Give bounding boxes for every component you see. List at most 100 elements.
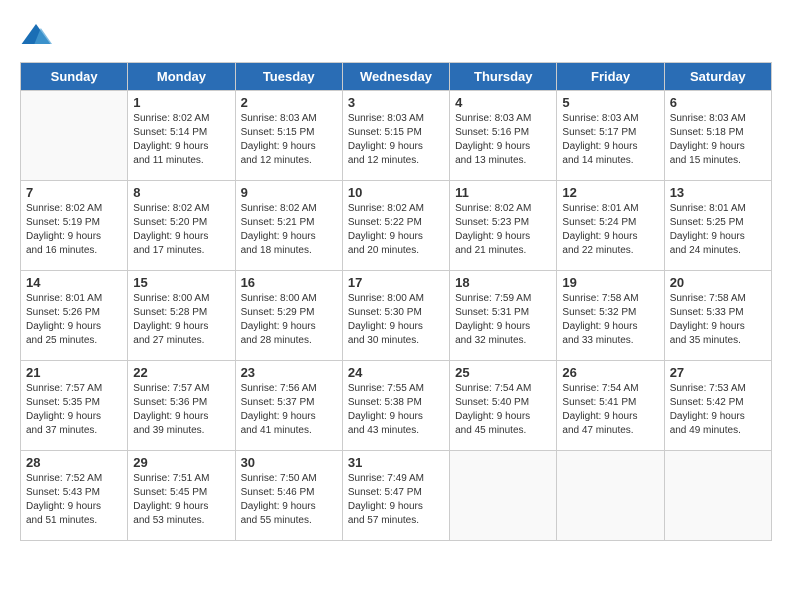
day-info: Sunrise: 7:55 AM Sunset: 5:38 PM Dayligh… — [348, 382, 444, 438]
calendar-day-cell: 31 Sunrise: 7:49 AM Sunset: 5:47 PM Dayli… — [342, 451, 449, 541]
day-info: Sunrise: 7:53 AM Sunset: 5:42 PM Dayligh… — [670, 382, 766, 438]
calendar-day-cell: 30 Sunrise: 7:50 AM Sunset: 5:46 PM Dayli… — [235, 451, 342, 541]
day-info: Sunrise: 8:02 AM Sunset: 5:19 PM Dayligh… — [26, 202, 122, 258]
day-info: Sunrise: 7:54 AM Sunset: 5:41 PM Dayligh… — [562, 382, 658, 438]
day-number: 4 — [455, 95, 551, 110]
day-info: Sunrise: 7:49 AM Sunset: 5:47 PM Dayligh… — [348, 472, 444, 528]
day-info: Sunrise: 8:02 AM Sunset: 5:22 PM Dayligh… — [348, 202, 444, 258]
day-info: Sunrise: 7:52 AM Sunset: 5:43 PM Dayligh… — [26, 472, 122, 528]
day-info: Sunrise: 8:00 AM Sunset: 5:30 PM Dayligh… — [348, 292, 444, 348]
weekday-header: Thursday — [450, 63, 557, 91]
calendar-day-cell: 22Sunrise: 7:57 AM Sunset: 5:36 PM Dayli… — [128, 361, 235, 451]
day-number: 6 — [670, 95, 766, 110]
calendar-day-cell: 28 Sunrise: 7:52 AM Sunset: 5:43 PM Dayli… — [21, 451, 128, 541]
day-number: 1 — [133, 95, 229, 110]
calendar-day-cell: 26 Sunrise: 7:54 AM Sunset: 5:41 PM Dayli… — [557, 361, 664, 451]
day-number: 28 — [26, 455, 122, 470]
day-info: Sunrise: 7:58 AM Sunset: 5:32 PM Dayligh… — [562, 292, 658, 348]
day-number: 19 — [562, 275, 658, 290]
day-number: 10 — [348, 185, 444, 200]
day-info: Sunrise: 8:01 AM Sunset: 5:25 PM Dayligh… — [670, 202, 766, 258]
weekday-header: Monday — [128, 63, 235, 91]
day-info: Sunrise: 8:03 AM Sunset: 5:15 PM Dayligh… — [241, 112, 337, 168]
calendar-day-cell: 6 Sunrise: 8:03 AM Sunset: 5:18 PM Daylig… — [664, 91, 771, 181]
calendar-day-cell: 23Sunrise: 7:56 AM Sunset: 5:37 PM Dayli… — [235, 361, 342, 451]
day-info: Sunrise: 8:03 AM Sunset: 5:18 PM Dayligh… — [670, 112, 766, 168]
calendar-day-cell — [450, 451, 557, 541]
day-number: 3 — [348, 95, 444, 110]
day-info: Sunrise: 7:54 AM Sunset: 5:40 PM Dayligh… — [455, 382, 551, 438]
day-number: 11 — [455, 185, 551, 200]
day-number: 8 — [133, 185, 229, 200]
day-number: 30 — [241, 455, 337, 470]
calendar-day-cell: 20Sunrise: 7:58 AM Sunset: 5:33 PM Dayli… — [664, 271, 771, 361]
day-info: Sunrise: 8:02 AM Sunset: 5:21 PM Dayligh… — [241, 202, 337, 258]
calendar-day-cell: 14 Sunrise: 8:01 AM Sunset: 5:26 PM Dayli… — [21, 271, 128, 361]
calendar-day-cell: 17Sunrise: 8:00 AM Sunset: 5:30 PM Dayli… — [342, 271, 449, 361]
logo-icon — [20, 20, 52, 52]
day-number: 7 — [26, 185, 122, 200]
weekday-header: Sunday — [21, 63, 128, 91]
page-header — [20, 20, 772, 52]
calendar-day-cell: 29 Sunrise: 7:51 AM Sunset: 5:45 PM Dayli… — [128, 451, 235, 541]
calendar-day-cell: 2 Sunrise: 8:03 AM Sunset: 5:15 PM Daylig… — [235, 91, 342, 181]
calendar-day-cell — [21, 91, 128, 181]
day-info: Sunrise: 8:00 AM Sunset: 5:28 PM Dayligh… — [133, 292, 229, 348]
day-number: 29 — [133, 455, 229, 470]
calendar-day-cell: 11 Sunrise: 8:02 AM Sunset: 5:23 PM Dayli… — [450, 181, 557, 271]
day-info: Sunrise: 8:01 AM Sunset: 5:24 PM Dayligh… — [562, 202, 658, 258]
day-info: Sunrise: 8:03 AM Sunset: 5:17 PM Dayligh… — [562, 112, 658, 168]
calendar-week-row: 7 Sunrise: 8:02 AM Sunset: 5:19 PM Daylig… — [21, 181, 772, 271]
calendar-week-row: 28 Sunrise: 7:52 AM Sunset: 5:43 PM Dayli… — [21, 451, 772, 541]
day-number: 15 — [133, 275, 229, 290]
day-number: 24 — [348, 365, 444, 380]
calendar-day-cell: 13Sunrise: 8:01 AM Sunset: 5:25 PM Dayli… — [664, 181, 771, 271]
day-number: 22 — [133, 365, 229, 380]
calendar-day-cell: 16Sunrise: 8:00 AM Sunset: 5:29 PM Dayli… — [235, 271, 342, 361]
day-number: 18 — [455, 275, 551, 290]
day-number: 31 — [348, 455, 444, 470]
calendar-day-cell: 18 Sunrise: 7:59 AM Sunset: 5:31 PM Dayli… — [450, 271, 557, 361]
day-info: Sunrise: 8:02 AM Sunset: 5:14 PM Dayligh… — [133, 112, 229, 168]
calendar-day-cell: 24 Sunrise: 7:55 AM Sunset: 5:38 PM Dayli… — [342, 361, 449, 451]
calendar-day-cell: 25 Sunrise: 7:54 AM Sunset: 5:40 PM Dayli… — [450, 361, 557, 451]
day-number: 27 — [670, 365, 766, 380]
day-info: Sunrise: 7:50 AM Sunset: 5:46 PM Dayligh… — [241, 472, 337, 528]
day-info: Sunrise: 8:03 AM Sunset: 5:15 PM Dayligh… — [348, 112, 444, 168]
day-info: Sunrise: 7:51 AM Sunset: 5:45 PM Dayligh… — [133, 472, 229, 528]
calendar-week-row: 21Sunrise: 7:57 AM Sunset: 5:35 PM Dayli… — [21, 361, 772, 451]
day-number: 9 — [241, 185, 337, 200]
calendar-week-row: 1 Sunrise: 8:02 AM Sunset: 5:14 PM Daylig… — [21, 91, 772, 181]
calendar-day-cell: 1 Sunrise: 8:02 AM Sunset: 5:14 PM Daylig… — [128, 91, 235, 181]
calendar-day-cell — [664, 451, 771, 541]
calendar-day-cell: 15 Sunrise: 8:00 AM Sunset: 5:28 PM Dayli… — [128, 271, 235, 361]
day-number: 5 — [562, 95, 658, 110]
day-number: 21 — [26, 365, 122, 380]
day-info: Sunrise: 7:59 AM Sunset: 5:31 PM Dayligh… — [455, 292, 551, 348]
day-info: Sunrise: 8:02 AM Sunset: 5:23 PM Dayligh… — [455, 202, 551, 258]
calendar-day-cell: 3 Sunrise: 8:03 AM Sunset: 5:15 PM Daylig… — [342, 91, 449, 181]
weekday-header: Saturday — [664, 63, 771, 91]
day-info: Sunrise: 7:58 AM Sunset: 5:33 PM Dayligh… — [670, 292, 766, 348]
day-number: 2 — [241, 95, 337, 110]
calendar-week-row: 14 Sunrise: 8:01 AM Sunset: 5:26 PM Dayli… — [21, 271, 772, 361]
day-info: Sunrise: 8:01 AM Sunset: 5:26 PM Dayligh… — [26, 292, 122, 348]
day-number: 26 — [562, 365, 658, 380]
day-number: 14 — [26, 275, 122, 290]
day-number: 12 — [562, 185, 658, 200]
calendar-day-cell: 21Sunrise: 7:57 AM Sunset: 5:35 PM Dayli… — [21, 361, 128, 451]
day-info: Sunrise: 7:56 AM Sunset: 5:37 PM Dayligh… — [241, 382, 337, 438]
calendar-day-cell: 7 Sunrise: 8:02 AM Sunset: 5:19 PM Daylig… — [21, 181, 128, 271]
calendar-header-row: SundayMondayTuesdayWednesdayThursdayFrid… — [21, 63, 772, 91]
calendar-day-cell: 5 Sunrise: 8:03 AM Sunset: 5:17 PM Daylig… — [557, 91, 664, 181]
calendar-day-cell — [557, 451, 664, 541]
day-info: Sunrise: 8:00 AM Sunset: 5:29 PM Dayligh… — [241, 292, 337, 348]
day-number: 25 — [455, 365, 551, 380]
day-info: Sunrise: 8:02 AM Sunset: 5:20 PM Dayligh… — [133, 202, 229, 258]
weekday-header: Tuesday — [235, 63, 342, 91]
calendar-day-cell: 12 Sunrise: 8:01 AM Sunset: 5:24 PM Dayli… — [557, 181, 664, 271]
calendar-day-cell: 9 Sunrise: 8:02 AM Sunset: 5:21 PM Daylig… — [235, 181, 342, 271]
weekday-header: Friday — [557, 63, 664, 91]
calendar-day-cell: 10 Sunrise: 8:02 AM Sunset: 5:22 PM Dayli… — [342, 181, 449, 271]
calendar-table: SundayMondayTuesdayWednesdayThursdayFrid… — [20, 62, 772, 541]
